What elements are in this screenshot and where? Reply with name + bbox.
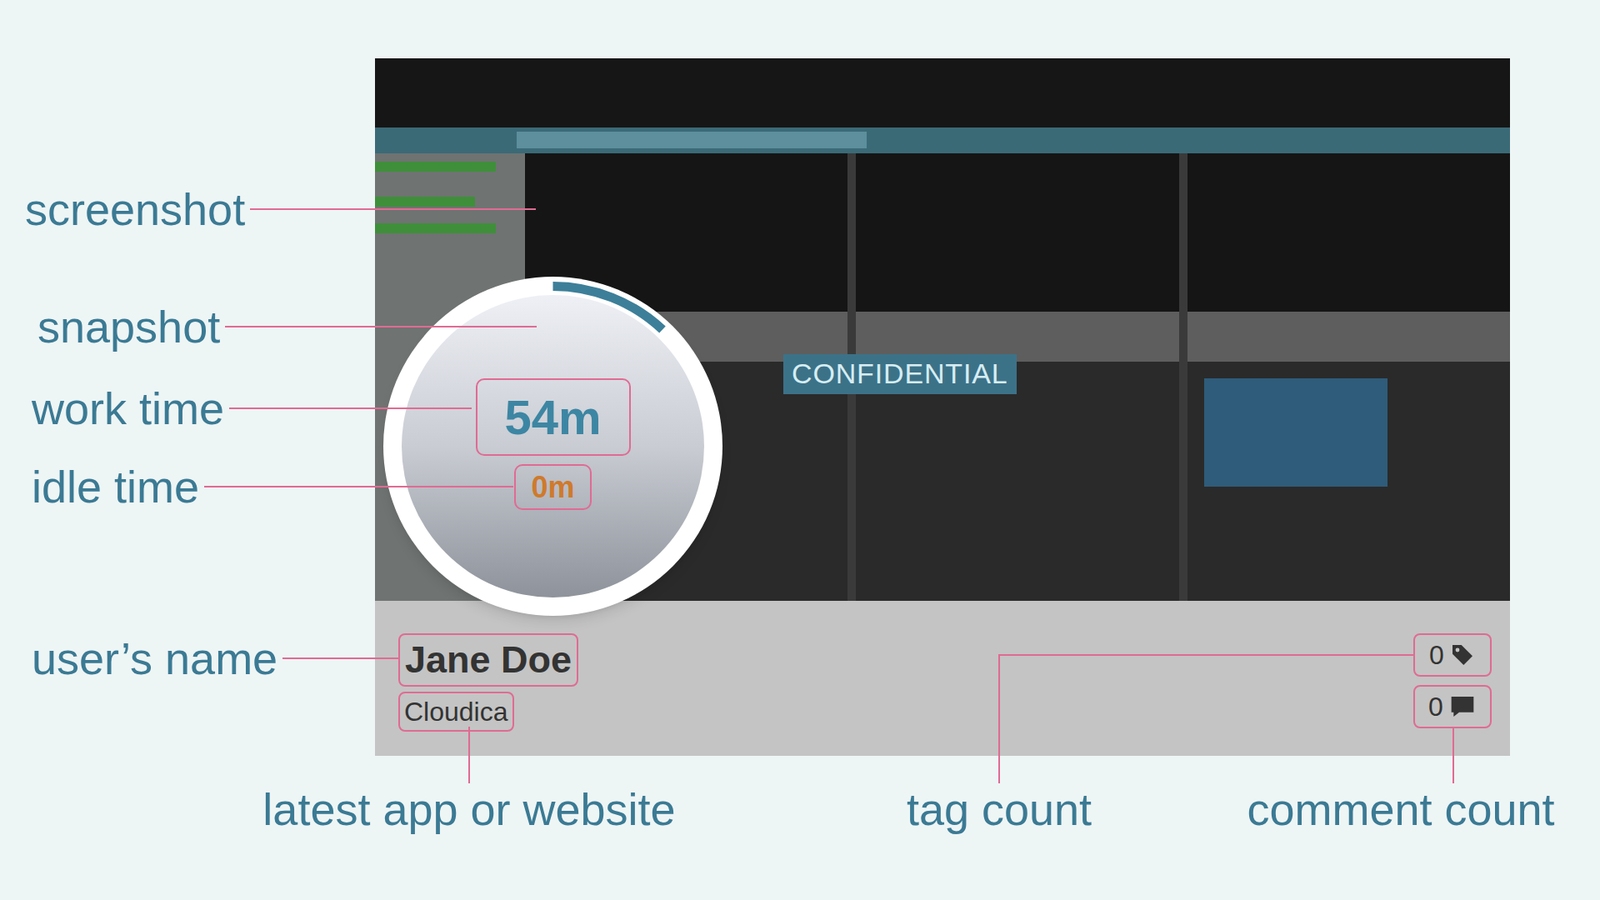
work-time: 54m [475,378,631,456]
screenshot-titlebar [375,58,1510,128]
snapshot-photo [401,295,705,598]
tag-count[interactable]: 0 [1413,633,1492,677]
leader-line [229,407,472,410]
annotation-label: user’s name [31,635,278,681]
annotation-label: idle time [31,464,200,510]
latest-app: Cloudica [398,691,515,732]
progress-fill [393,286,714,607]
card-footer: Jane Doe Cloudica 0 0 [375,600,1510,756]
leader-line [282,657,399,660]
user-card[interactable]: CONFIDENTIAL Jane Doe Cloudica 0 0 [375,58,1510,756]
annotation: user’s name [31,629,399,688]
tag-icon [1449,641,1476,669]
annotation-label: snapshot [37,304,220,350]
leader-line [998,654,1000,784]
comment-icon [1448,693,1477,720]
user-name[interactable]: Jane Doe [398,633,579,687]
annotation: idle time [31,457,514,516]
annotation: snapshot [37,297,537,356]
annotation: work time [31,379,472,438]
tag-count-text: 0 [1429,641,1445,669]
screenshot-tab [516,131,867,149]
watermark-text: CONFIDENTIAL [791,357,1009,390]
leader-line [468,726,470,784]
annotation-label: tag count [906,786,1092,832]
annotation-label: latest app or website [262,786,675,832]
annotation: screenshot [25,180,536,239]
comment-count[interactable]: 0 [1413,685,1492,729]
diagram: CONFIDENTIAL Jane Doe Cloudica 0 0 [0,0,1600,900]
snapshot[interactable]: 54m 0m [383,276,723,616]
leader-line [204,485,514,488]
idle-time: 0m [514,464,592,510]
annotation-label: comment count [1246,786,1555,832]
confidential-label: CONFIDENTIAL [783,354,1017,395]
work-progress-arc [383,276,723,616]
leader-line [225,325,537,328]
leader-line [998,654,1414,656]
annotation-label: screenshot [25,186,245,232]
leader-line [250,208,536,210]
leader-line [1452,727,1455,784]
annotation-label: work time [31,385,225,431]
comment-count-text: 0 [1428,693,1444,720]
